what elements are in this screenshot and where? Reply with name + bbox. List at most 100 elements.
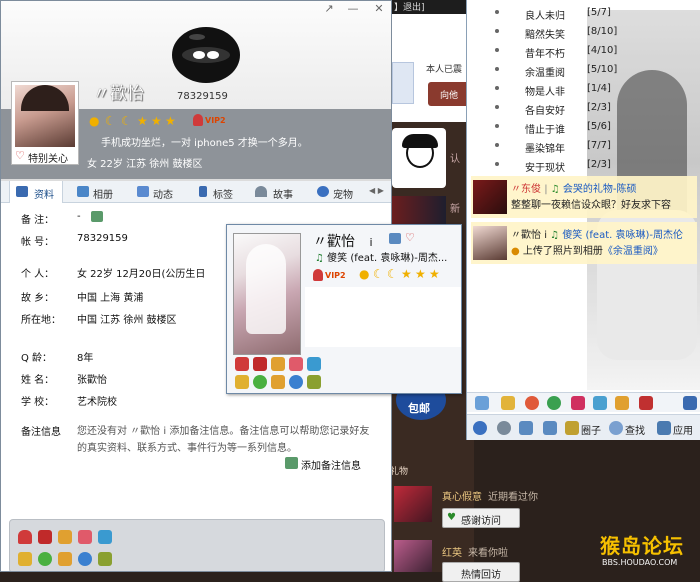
gear-icon[interactable] — [497, 421, 511, 435]
yellow-diamond-icon[interactable] — [271, 357, 285, 371]
visitor-name[interactable]: 红英 — [442, 544, 462, 559]
background-app-topbar[interactable]: 】退出] — [388, 0, 474, 14]
circle-icon[interactable] — [565, 421, 579, 435]
red-diamond-icon[interactable] — [78, 530, 92, 544]
feed-name[interactable]: 〃东俊 — [511, 184, 541, 195]
friend-group[interactable]: 黯然失笑 [8/10] — [495, 25, 675, 41]
pet-badge-icon[interactable] — [307, 375, 321, 389]
menu-icon[interactable] — [473, 421, 487, 435]
profile-card-icon[interactable] — [389, 233, 401, 244]
shield-icon[interactable] — [593, 396, 607, 410]
game-icon[interactable] — [615, 396, 629, 410]
tab-pet[interactable]: 宠物 — [315, 181, 365, 203]
blue-badge-icon[interactable] — [289, 375, 303, 389]
pet-badge-icon[interactable] — [98, 552, 112, 566]
special-care-button[interactable]: ♡ 特别关心 — [12, 148, 78, 165]
blue-badge-icon[interactable] — [78, 552, 92, 566]
avatar[interactable]: ♡ 特别关心 — [11, 81, 79, 165]
music-icon: ♫ — [550, 184, 560, 195]
visitor-name[interactable]: 真心假意 — [442, 488, 482, 503]
skin-icon[interactable]: ↗ — [319, 3, 339, 15]
red-diamond-icon[interactable] — [289, 357, 303, 371]
feed-avatar[interactable] — [473, 180, 507, 214]
friend-group[interactable]: 墨染锦年 [7/7] — [495, 139, 675, 155]
tab-feed[interactable]: 动态 — [135, 181, 185, 203]
add-remark-icon[interactable] — [285, 457, 298, 469]
account-value: 78329159 — [77, 233, 128, 244]
penguin-icon[interactable] — [18, 530, 32, 544]
search-label[interactable]: 查找 — [625, 422, 645, 437]
feed-line: 〃歡怡 i ♫ 傻笑 (feat. 袁咏琳)-周杰伦 — [511, 226, 683, 241]
penguin-icon[interactable] — [235, 357, 249, 371]
mail-icon[interactable] — [525, 396, 539, 410]
star-badge-icon[interactable] — [235, 375, 249, 389]
game-badge-icon[interactable] — [271, 375, 285, 389]
friend-group-name: 昔年不朽 — [525, 49, 565, 60]
grid-icon[interactable] — [683, 396, 697, 410]
friend-group[interactable]: 惜止于谁 [5/6] — [495, 120, 675, 136]
visitor-avatar[interactable] — [394, 486, 432, 522]
feed-avatar[interactable] — [473, 226, 507, 260]
tab-scroll-arrows[interactable]: ◀ ▶ — [369, 181, 391, 203]
close-icon[interactable]: ✕ — [369, 3, 389, 15]
return-visit-button[interactable]: 热情回访 — [442, 562, 520, 582]
yellow-diamond-icon[interactable] — [58, 530, 72, 544]
green-badge-icon[interactable] — [38, 552, 52, 566]
blue-diamond-icon[interactable] — [307, 357, 321, 371]
vip-icon[interactable] — [38, 530, 52, 544]
pet-icon[interactable] — [639, 396, 653, 410]
feed-song[interactable]: 傻笑 (feat. 袁咏琳)-周杰伦 — [562, 230, 683, 241]
cartoon-avatar[interactable] — [392, 128, 446, 188]
security-icon[interactable] — [543, 421, 557, 435]
game-badge-icon[interactable] — [58, 552, 72, 566]
feed-name[interactable]: 〃歡怡 — [511, 230, 541, 241]
feed-item[interactable]: 〃东俊 | ♫ 会哭的礼物-陈硕 整整聊一夜赖信设众眼？好友求下容 — [471, 176, 697, 218]
blue-diamond-icon[interactable] — [98, 530, 112, 544]
star-badge-icon[interactable] — [18, 552, 32, 566]
background-app-photo[interactable] — [392, 196, 446, 226]
location-label: 所在地： — [21, 315, 61, 326]
feed-song[interactable]: 会哭的礼物-陈硕 — [563, 184, 637, 195]
feed-album-link[interactable]: 《余温重阅》 — [603, 246, 663, 257]
friend-group[interactable]: 各自安好 [2/3] — [495, 101, 675, 117]
heart-icon[interactable]: ♡ — [405, 231, 415, 244]
level-icons[interactable]: ● ☾ ☾ ★ ★ ★ VIP2 — [89, 114, 249, 128]
visitor-avatar[interactable] — [394, 540, 432, 572]
tab-story[interactable]: 故事 — [253, 181, 307, 203]
friend-group-name: 各自安好 — [525, 106, 565, 117]
add-remark-link[interactable]: 添加备注信息 — [301, 457, 361, 472]
apps-icon[interactable] — [657, 421, 671, 435]
friend-group[interactable]: 良人未归 [5/7] — [495, 6, 675, 22]
friend-group[interactable]: 安于现状 [2/3] — [495, 158, 675, 174]
messagebox-icon[interactable] — [519, 421, 533, 435]
remark-value[interactable]: - — [77, 211, 81, 222]
music-app-icon[interactable] — [571, 396, 585, 410]
friend-group[interactable]: 物是人非 [1/4] — [495, 82, 675, 98]
card-photo[interactable] — [233, 233, 301, 355]
heart-icon: ♡ — [15, 149, 25, 162]
vip-icon[interactable] — [253, 357, 267, 371]
circle-label[interactable]: 圈子 — [581, 422, 601, 437]
minimize-icon[interactable]: — — [343, 3, 363, 15]
friend-group[interactable]: 昔年不朽 [4/10] — [495, 44, 675, 60]
friend-group-name: 安于现状 — [525, 163, 565, 174]
apps-label[interactable]: 应用 — [673, 422, 693, 437]
green-badge-icon[interactable] — [253, 375, 267, 389]
bullet-icon — [495, 162, 499, 166]
thank-visit-button[interactable]: ♥ 感谢访问 — [442, 508, 520, 528]
card-song[interactable]: ♫ 傻笑 (feat. 袁咏琳)-周杰... — [315, 249, 461, 264]
lips-cover-image — [172, 27, 240, 83]
tab-tags[interactable]: 标签 — [197, 181, 247, 203]
search-icon[interactable] — [609, 421, 623, 435]
star-icon: ★ — [137, 114, 148, 128]
qzone-icon[interactable] — [501, 396, 515, 410]
feed-item[interactable]: 〃歡怡 i ♫ 傻笑 (feat. 袁咏琳)-周杰伦 ● 上传了照片到相册《余温… — [471, 222, 697, 264]
bullet-icon — [495, 10, 499, 14]
chat-icon[interactable] — [475, 396, 489, 410]
tab-profile[interactable]: 资料 — [9, 181, 63, 203]
edit-remark-icon[interactable] — [91, 211, 103, 222]
location-value: 中国 江苏 徐州 鼓楼区 — [77, 315, 177, 326]
tab-album[interactable]: 相册 — [75, 181, 125, 203]
weibo-icon[interactable] — [547, 396, 561, 410]
friend-group[interactable]: 余温重阅 [5/10] — [495, 63, 675, 79]
